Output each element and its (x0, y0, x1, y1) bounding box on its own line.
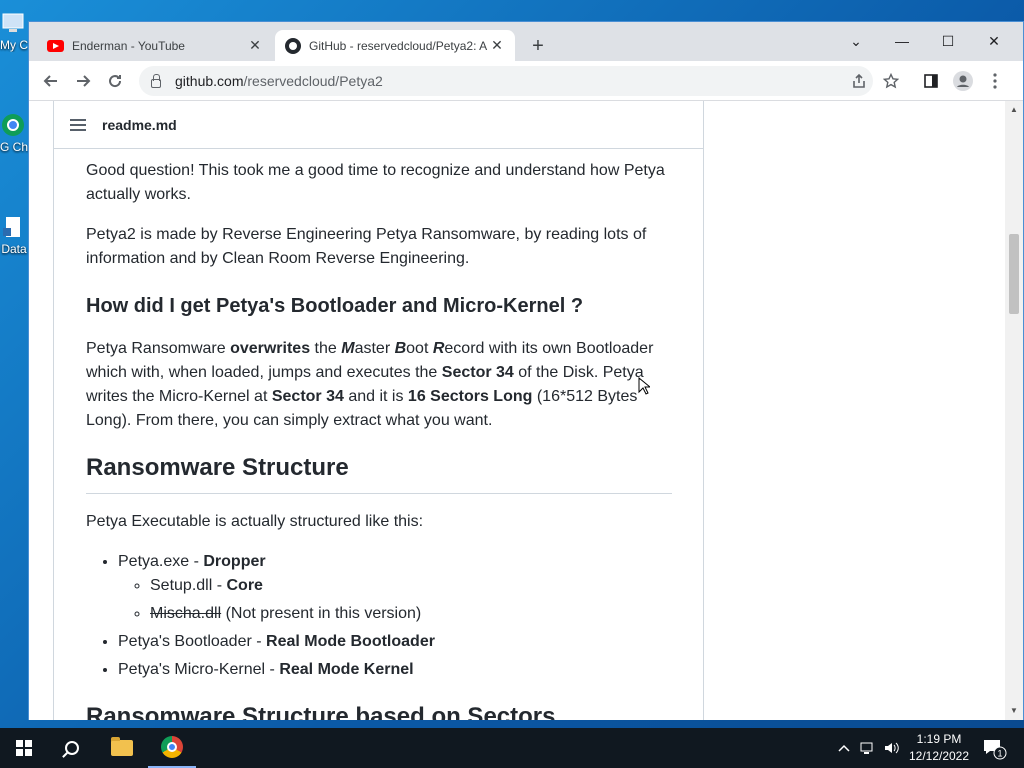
desktop-icon-label: G Ch (0, 140, 28, 154)
tab-github[interactable]: GitHub - reservedcloud/Petya2: A ✕ (275, 30, 515, 61)
menu-kebab-icon[interactable] (983, 69, 1007, 93)
tab-search-button[interactable]: ⌄ (833, 26, 879, 56)
maximize-button[interactable]: ☐ (925, 26, 971, 56)
scrollbar[interactable]: ▲ ▼ (1005, 101, 1023, 720)
list-item: Petya's Bootloader - Real Mode Bootloade… (118, 630, 672, 654)
profile-avatar-icon[interactable] (951, 69, 975, 93)
browser-window: Enderman - YouTube ✕ GitHub - reservedcl… (28, 21, 1024, 720)
sub-list: Setup.dll - Core Mischa.dll (Not present… (118, 574, 672, 626)
volume-icon[interactable] (884, 741, 900, 755)
readme-header: readme.md (54, 101, 703, 149)
paragraph: Petya Ransomware overwrites the Master B… (86, 340, 654, 429)
youtube-icon (47, 39, 64, 52)
github-icon (285, 37, 301, 54)
reload-icon (109, 75, 122, 88)
search-icon (65, 741, 79, 755)
desktop-icon-data[interactable]: Data (0, 214, 30, 256)
folder-icon (111, 737, 133, 756)
close-icon[interactable]: ✕ (247, 37, 263, 54)
page-content: readme.md Good question! This took me a … (29, 101, 1005, 720)
search-button[interactable] (48, 728, 96, 768)
url-path: /reservedcloud/Petya2 (243, 73, 383, 89)
minimize-button[interactable]: — (879, 26, 925, 56)
list-item: Setup.dll - Core (150, 574, 672, 598)
desktop-icon-label: My C (0, 38, 28, 52)
browser-toolbar: github.com/reservedcloud/Petya2 (29, 61, 1023, 101)
readme-body: Good question! This took me a good time … (86, 159, 672, 720)
close-window-button[interactable]: ✕ (971, 26, 1017, 56)
section-heading: How did I get Petya's Bootloader and Mic… (86, 295, 584, 317)
scroll-thumb[interactable] (1009, 234, 1019, 314)
new-tab-button[interactable]: + (527, 35, 549, 57)
reload-button[interactable] (101, 67, 129, 95)
arrow-left-icon (43, 75, 57, 87)
scroll-up-icon[interactable]: ▲ (1009, 105, 1019, 115)
start-button[interactable] (0, 728, 48, 768)
notification-count: 1 (997, 749, 1002, 759)
list-item: Mischa.dll (Not present in this version) (150, 602, 672, 626)
taskbar: 1:19 PM 12/12/2022 1 (0, 728, 1024, 768)
share-icon[interactable] (847, 69, 871, 93)
side-panel-icon[interactable] (919, 69, 943, 93)
close-icon[interactable]: ✕ (489, 37, 505, 54)
arrow-right-icon (77, 75, 91, 87)
paragraph: Petya Executable is actually structured … (86, 513, 424, 530)
lock-icon (151, 73, 161, 88)
paragraph: Good question! This took me a good time … (86, 162, 665, 203)
structure-list: Petya.exe - Dropper Setup.dll - Core Mis… (86, 550, 672, 682)
paragraph: Petya2 is made by Reverse Engineering Pe… (86, 226, 647, 267)
back-button[interactable] (37, 67, 65, 95)
clock[interactable]: 1:19 PM 12/12/2022 (904, 731, 974, 765)
notification-icon: 1 (984, 740, 1007, 760)
computer-icon (2, 13, 24, 32)
action-center-button[interactable]: 1 (980, 736, 1008, 760)
file-explorer-button[interactable] (98, 728, 146, 768)
chrome-taskbar-button[interactable] (148, 728, 196, 768)
chrome-icon (161, 736, 183, 758)
tab-strip: Enderman - YouTube ✕ GitHub - reservedcl… (29, 22, 1023, 61)
readme-container: readme.md Good question! This took me a … (53, 101, 704, 720)
clock-time: 1:19 PM (916, 732, 962, 746)
list-item: Petya's Micro-Kernel - Real Mode Kernel (118, 658, 672, 682)
clock-date: 12/12/2022 (908, 749, 970, 763)
network-icon[interactable] (860, 741, 876, 755)
tab-title: Enderman - YouTube (72, 38, 185, 53)
desktop-icon-chrome[interactable]: G Ch (0, 112, 30, 154)
desktop-icon-my-computer[interactable]: My C (0, 10, 30, 52)
windows-icon (16, 740, 32, 756)
tab-youtube[interactable]: Enderman - YouTube ✕ (37, 30, 273, 61)
file-icon (3, 217, 20, 237)
list-item: Petya.exe - Dropper Setup.dll - Core Mis… (118, 550, 672, 626)
desktop-icon-label: Data (1, 242, 27, 256)
address-bar[interactable]: github.com/reservedcloud/Petya2 (139, 66, 873, 96)
mouse-cursor-icon (638, 377, 650, 395)
readme-filename: readme.md (102, 116, 177, 133)
url-host: github.com (175, 73, 244, 89)
list-icon[interactable] (70, 118, 86, 131)
chrome-icon (2, 114, 24, 136)
chevron-up-icon[interactable] (838, 744, 850, 752)
tab-title: GitHub - reservedcloud/Petya2: A (309, 38, 488, 53)
section-heading: Ransomware Structure (86, 451, 672, 494)
forward-button[interactable] (69, 67, 97, 95)
bookmark-star-icon[interactable] (879, 69, 903, 93)
section-heading: Ransomware Structure based on Sectors (86, 703, 556, 720)
scroll-down-icon[interactable]: ▼ (1009, 706, 1019, 716)
system-tray (838, 728, 900, 768)
